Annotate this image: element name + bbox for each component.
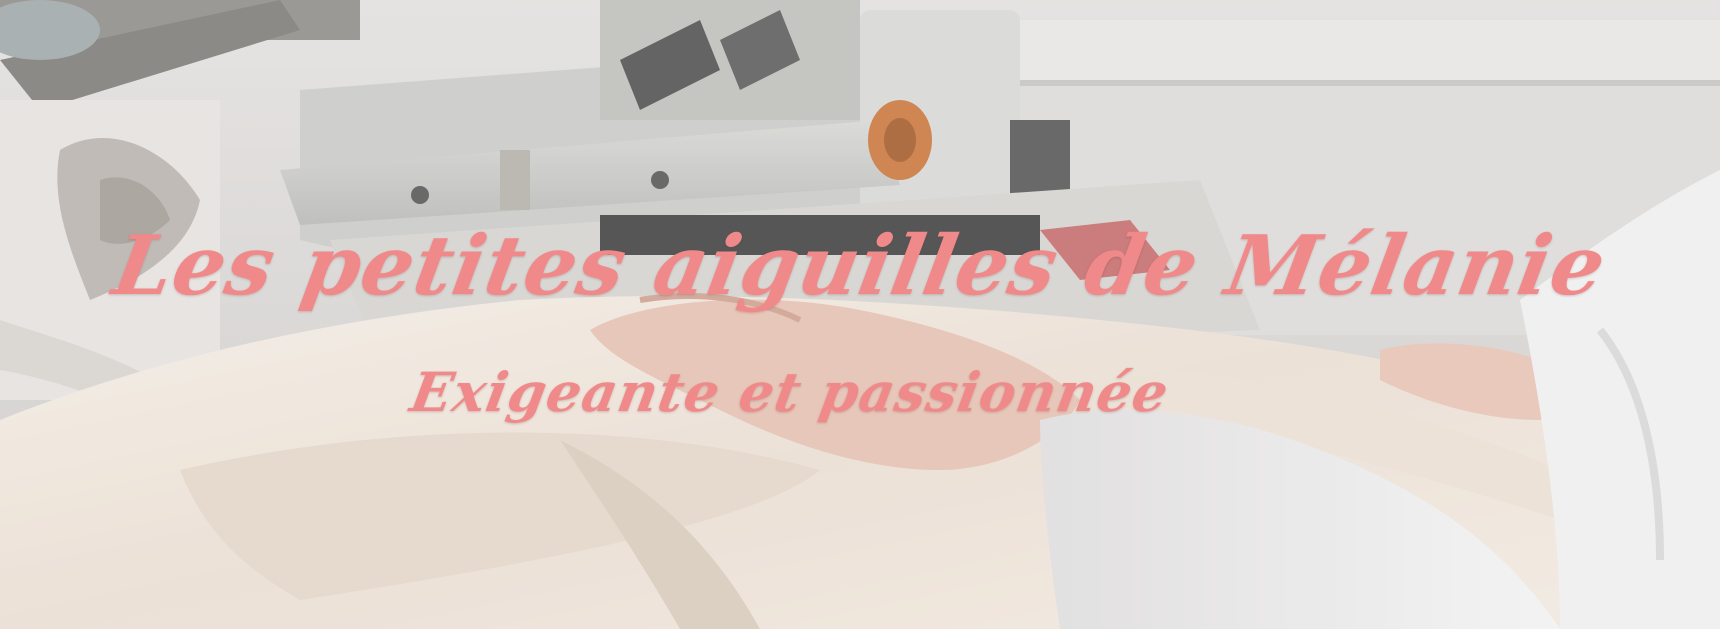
- site-title: Les petites aiguilles de Mélanie: [106, 218, 1614, 314]
- site-tagline: Exigeante et passionnée: [405, 360, 1175, 424]
- sewing-workshop-photo: [0, 0, 1720, 629]
- hero-banner: Les petites aiguilles de Mélanie Exigean…: [0, 0, 1720, 629]
